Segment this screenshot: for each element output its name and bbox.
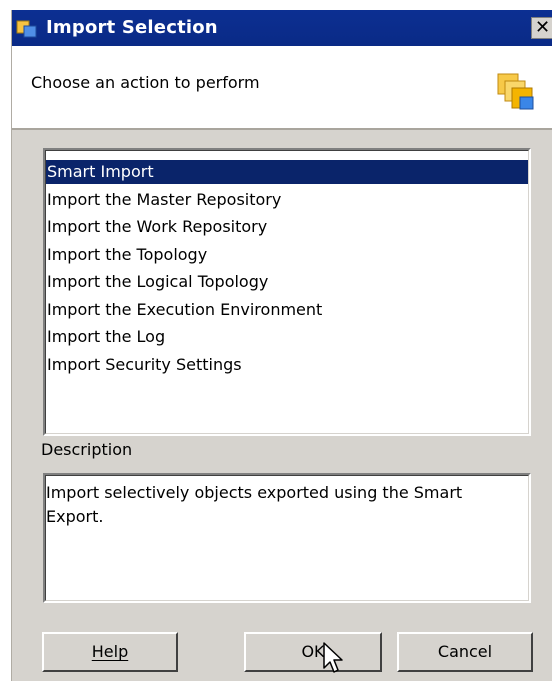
import-selection-dialog: Import Selection ✕ Choose an action to p…: [11, 10, 552, 681]
list-item-import-topology[interactable]: Import the Topology: [46, 243, 528, 267]
list-item-import-log[interactable]: Import the Log: [46, 325, 528, 349]
list-item-smart-import[interactable]: Smart Import: [46, 160, 528, 184]
list-item-import-master-repository[interactable]: Import the Master Repository: [46, 188, 528, 212]
help-button-label: Help: [91, 642, 129, 661]
cancel-button[interactable]: Cancel: [397, 632, 533, 672]
window-app-icon: [16, 20, 37, 38]
list-item-import-work-repository[interactable]: Import the Work Repository: [46, 215, 528, 239]
description-label: Description: [41, 440, 133, 459]
action-list[interactable]: Smart Import Import the Master Repositor…: [43, 148, 531, 436]
description-box[interactable]: Import selectively objects exported usin…: [43, 473, 531, 603]
header-instruction: Choose an action to perform: [31, 73, 260, 92]
close-button[interactable]: ✕: [531, 17, 552, 39]
dialog-header: Choose an action to perform: [12, 46, 552, 130]
mouse-pointer-icon: [323, 642, 343, 673]
window-title: Import Selection: [46, 17, 218, 38]
description-text: Import selectively objects exported usin…: [46, 483, 463, 526]
help-button[interactable]: Help: [42, 632, 178, 672]
list-item-import-execution-environment[interactable]: Import the Execution Environment: [46, 298, 528, 322]
title-bar[interactable]: Import Selection ✕: [12, 10, 552, 46]
list-item-import-logical-topology[interactable]: Import the Logical Topology: [46, 270, 528, 294]
import-wizard-icon: [497, 73, 534, 110]
list-item-import-security-settings[interactable]: Import Security Settings: [46, 353, 528, 377]
ok-button[interactable]: OK: [244, 632, 382, 672]
